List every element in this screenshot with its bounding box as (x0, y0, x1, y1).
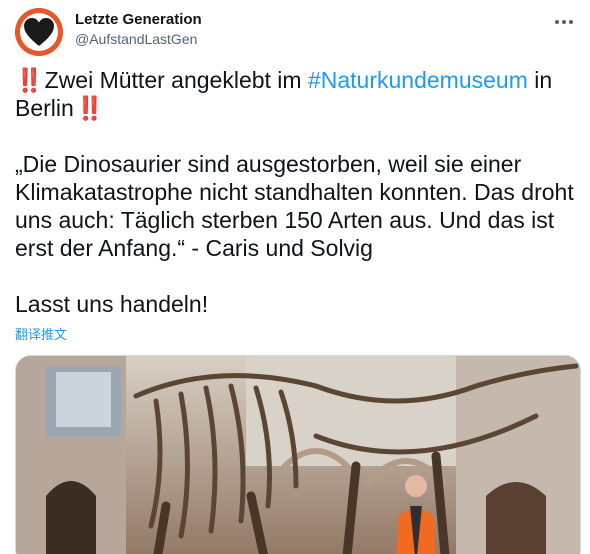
dinosaur-skeleton-photo (16, 356, 580, 554)
author-avatar[interactable] (15, 8, 63, 56)
dot (555, 20, 559, 24)
tweet-quote: „Die Dinosaurier sind ausgestorben, weil… (15, 151, 574, 261)
heart-logo-icon (15, 8, 63, 56)
double-exclamation-emoji: ‼️ (15, 67, 44, 93)
author-handle[interactable]: @AufstandLastGen (75, 31, 197, 47)
double-exclamation-emoji: ‼️ (75, 95, 105, 121)
author-name[interactable]: Letzte Generation (75, 11, 202, 28)
translate-tweet-link[interactable]: 翻译推文 (15, 324, 67, 343)
hashtag-link[interactable]: #Naturkundemuseum (308, 67, 528, 93)
headline-text-1: Zwei Mütter angeklebt im (44, 67, 308, 93)
tweet-header: Letzte Generation @AufstandLastGen (15, 8, 580, 56)
tweet-photo[interactable] (15, 355, 581, 554)
more-options-icon[interactable] (552, 10, 576, 34)
tweet-headline: ‼️ Zwei Mütter angeklebt im #Naturkundemu… (15, 66, 575, 122)
tweet-text: ‼️ Zwei Mütter angeklebt im #Naturkundemu… (15, 66, 575, 318)
dot (569, 20, 573, 24)
tweet-closing: Lasst uns handeln! (15, 291, 209, 317)
dot (562, 20, 566, 24)
